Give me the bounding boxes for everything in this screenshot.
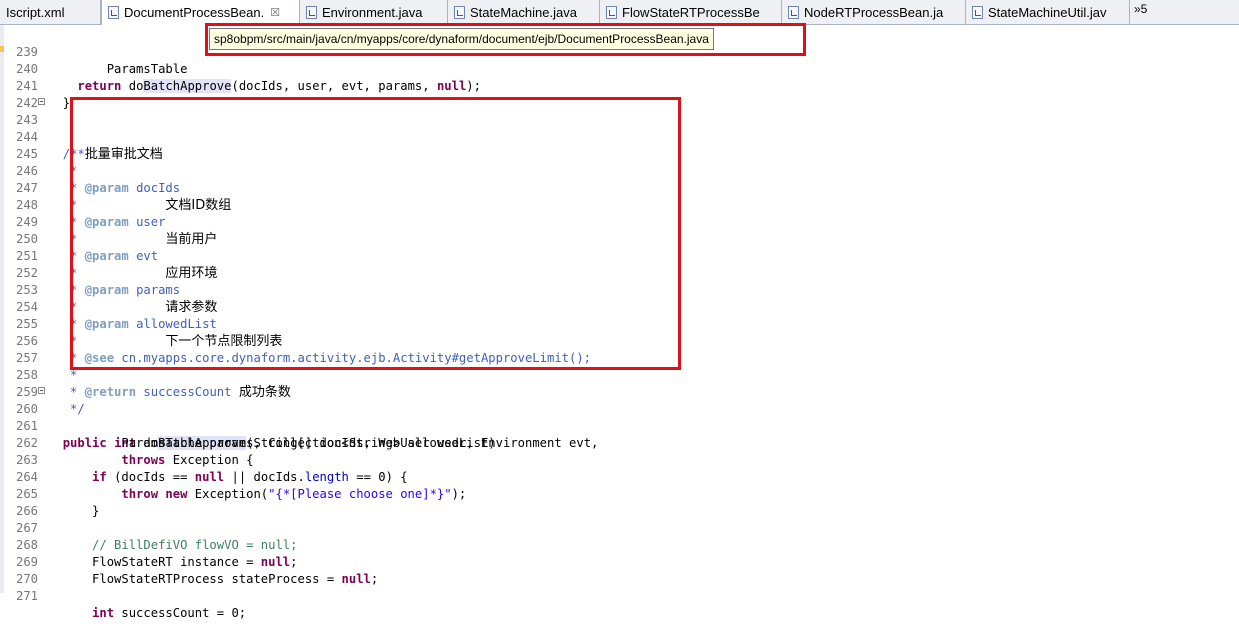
- code-line: 245 *: [15, 147, 78, 178]
- java-file-icon: [788, 5, 799, 19]
- tab-flowstatertprocessbean[interactable]: FlowStateRTProcessBe: [600, 0, 782, 24]
- code-line: 244 * 批量审批文档: [15, 130, 163, 162]
- close-icon[interactable]: ☒: [270, 6, 280, 19]
- code-line: 265 }: [15, 487, 100, 518]
- code-line: 242: [15, 96, 38, 110]
- java-file-icon: [108, 6, 119, 19]
- code-line: 264 throw new Exception("{*[Please choos…: [15, 470, 467, 501]
- code-line: 241 }: [15, 79, 71, 110]
- code-line: 255 * 下一个节点限制列表: [15, 317, 283, 349]
- tab-nodertprocessbean[interactable]: NodeRTProcessBean.ja: [782, 0, 966, 24]
- java-file-icon: [606, 5, 617, 19]
- file-path-tooltip: sp8obpm/src/main/java/cn/myapps/core/dyn…: [209, 28, 714, 50]
- tab-statemachine-java[interactable]: StateMachine.java: [448, 0, 600, 24]
- collapse-icon[interactable]: [38, 387, 45, 394]
- tab-statemachineutil[interactable]: StateMachineUtil.jav: [966, 0, 1130, 24]
- code-line: 254 * @param allowedList: [15, 300, 217, 331]
- code-line: 248 * @param user: [15, 198, 166, 229]
- tab-label: DocumentProcessBean.: [124, 5, 265, 20]
- code-line: 270: [15, 572, 38, 586]
- code-line: 269 FlowStateRTProcess stateProcess = nu…: [15, 555, 379, 586]
- code-line: 243 /**: [0, 95, 1239, 161]
- code-line: 246 * @param docIds: [15, 164, 181, 195]
- java-file-icon: [454, 5, 465, 19]
- code-line: 271 int successCount = 0;: [15, 589, 247, 620]
- code-line: 251 * 应用环境: [15, 249, 218, 281]
- java-file-icon: [972, 5, 983, 19]
- tab-label: NodeRTProcessBean.ja: [804, 4, 944, 20]
- code-line: 253 * 请求参数: [15, 283, 218, 315]
- tab-iscript-xml[interactable]: Iscript.xml: [0, 0, 101, 24]
- code-line: 250 * @param evt: [15, 232, 159, 263]
- code-line: 263 if (docIds == null || docIds.length …: [15, 453, 408, 484]
- tab-documentprocessbean[interactable]: DocumentProcessBean. ☒: [101, 0, 300, 25]
- tab-environment-java[interactable]: Environment.java: [300, 0, 448, 24]
- code-line: 249 * 当前用户: [15, 215, 218, 247]
- code-line: 260 public int doBatchApprove(String[] d…: [0, 384, 1239, 450]
- code-line: 268 FlowStateRT instance = null;: [15, 538, 298, 569]
- tab-overflow-button[interactable]: »5: [1134, 2, 1147, 16]
- collapse-icon[interactable]: [38, 98, 45, 105]
- code-line: 262 throws Exception {: [15, 436, 254, 467]
- code-line: 261 ParamsTable params, Collection<Strin…: [15, 419, 496, 450]
- code-line: 257 *: [15, 351, 78, 382]
- tab-label: StateMachineUtil.jav: [988, 4, 1107, 20]
- editor-tab-bar: Iscript.xml DocumentProcessBean. ☒ Envir…: [0, 0, 1239, 25]
- code-line: 259 */: [15, 385, 85, 416]
- code-line: 252 * @param params: [15, 266, 181, 297]
- code-line: 258 * @return successCount 成功条数: [15, 368, 291, 400]
- tab-label: Iscript.xml: [6, 4, 65, 20]
- code-line: 267 // BillDefiVO flowVO = null;: [15, 521, 298, 552]
- code-line: 247 * 文档ID数组: [15, 181, 232, 213]
- tab-label: StateMachine.java: [470, 4, 577, 20]
- tab-label: Environment.java: [322, 4, 423, 20]
- java-file-icon: [306, 5, 317, 19]
- code-line: 266: [15, 504, 38, 518]
- code-line: 256 * @see cn.myapps.core.dynaform.activ…: [15, 334, 592, 365]
- tab-label: FlowStateRTProcessBe: [622, 4, 760, 20]
